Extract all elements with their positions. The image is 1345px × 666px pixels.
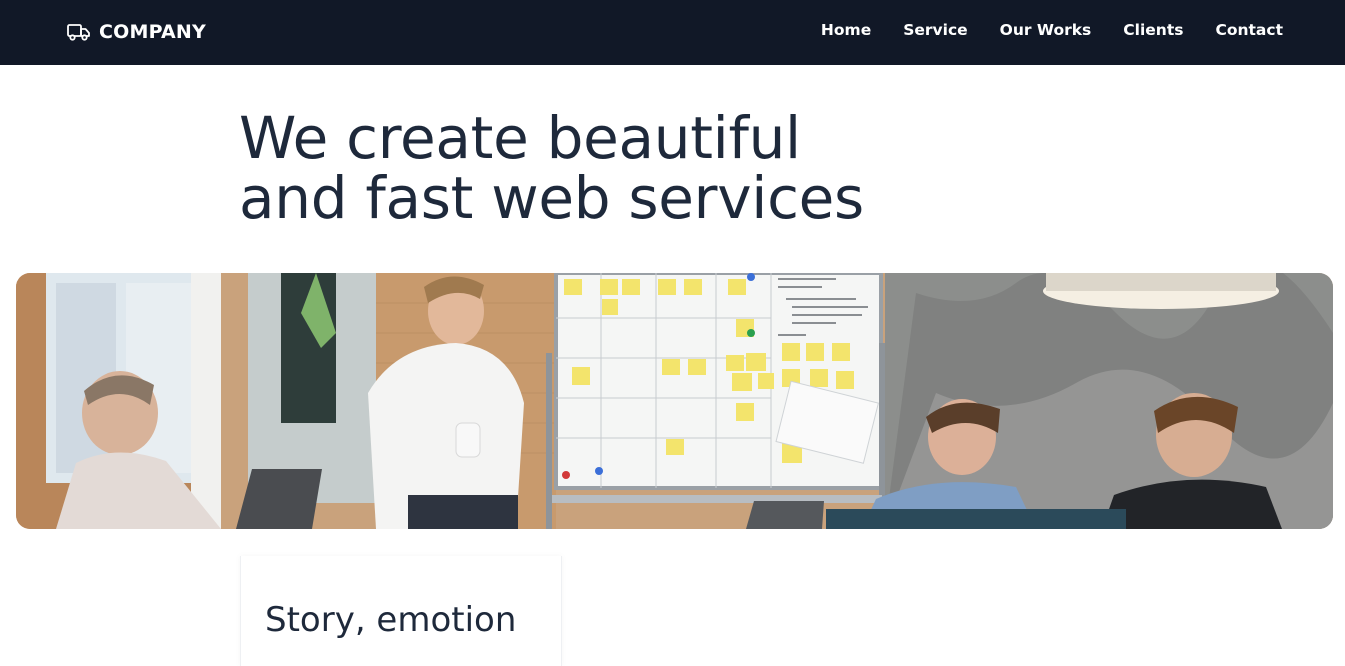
nav-item-service: Service bbox=[903, 20, 967, 39]
nav-link-home[interactable]: Home bbox=[821, 21, 871, 39]
nav-item-contact: Contact bbox=[1215, 20, 1283, 39]
nav-link-our-works[interactable]: Our Works bbox=[1000, 21, 1092, 39]
nav-link-contact[interactable]: Contact bbox=[1215, 21, 1283, 39]
nav-item-our-works: Our Works bbox=[1000, 20, 1092, 39]
nav-link-service[interactable]: Service bbox=[903, 21, 967, 39]
team-meeting-illustration bbox=[16, 273, 1333, 529]
hero-title-line-2: and fast web services bbox=[239, 164, 864, 232]
feature-card: Story, emotion bbox=[240, 556, 562, 666]
hero-title: We create beautiful and fast web service… bbox=[239, 108, 864, 228]
brand-logo-link[interactable]: COMPANY bbox=[67, 19, 206, 45]
main-nav: Home Service Our Works Clients Contact bbox=[821, 20, 1283, 39]
truck-icon bbox=[67, 22, 91, 42]
nav-link-clients[interactable]: Clients bbox=[1123, 21, 1183, 39]
nav-item-clients: Clients bbox=[1123, 20, 1183, 39]
brand-name: COMPANY bbox=[99, 21, 206, 43]
feature-card-title: Story, emotion bbox=[265, 600, 517, 640]
hero-title-line-1: We create beautiful bbox=[239, 104, 801, 172]
top-navbar: COMPANY Home Service Our Works Clients C… bbox=[0, 0, 1345, 65]
hero-team-photo bbox=[16, 273, 1333, 529]
nav-item-home: Home bbox=[821, 20, 871, 39]
